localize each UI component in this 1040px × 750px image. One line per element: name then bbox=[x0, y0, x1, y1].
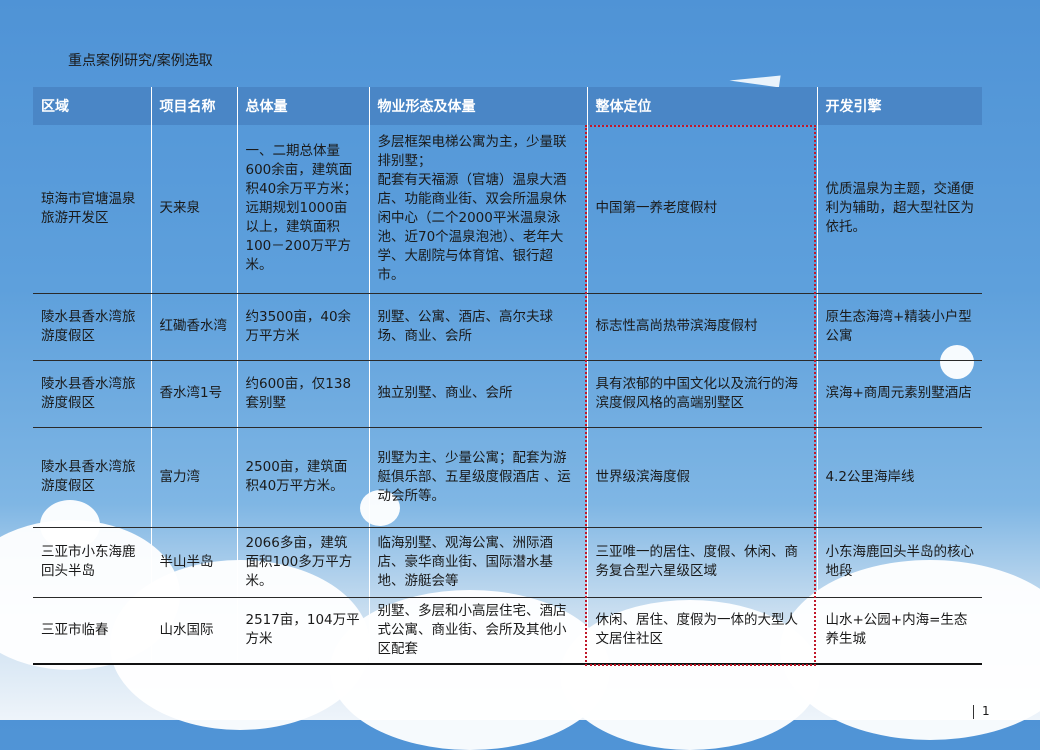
header-total-volume: 总体量 bbox=[236, 87, 369, 125]
cell-area: 三亚市小东海鹿回头半岛 bbox=[33, 527, 151, 598]
cell-project: 山水国际 bbox=[150, 597, 237, 665]
header-positioning: 整体定位 bbox=[586, 87, 817, 125]
cell-project: 天来泉 bbox=[150, 125, 237, 294]
cell-project: 富力湾 bbox=[150, 427, 237, 528]
cell-engine: 滨海+商周元素别墅酒店 bbox=[816, 360, 982, 428]
cell-project: 香水湾1号 bbox=[150, 360, 237, 428]
table-row: 三亚市临春 山水国际 2517亩，104万平方米 别墅、多层和小高层住宅、酒店式… bbox=[33, 597, 982, 665]
page-title: 重点案例研究/案例选取 bbox=[68, 53, 213, 69]
cell-volume: 2066多亩，建筑面积100多万平方米。 bbox=[236, 527, 369, 598]
page-number: 1 bbox=[973, 705, 990, 719]
cell-positioning: 标志性高尚热带滨海度假村 bbox=[586, 293, 817, 361]
cell-volume: 一、二期总体量600余亩，建筑面积40余万平方米； 远期规划1000亩以上，建筑… bbox=[236, 125, 369, 294]
cell-property: 别墅、多层和小高层住宅、酒店式公寓、商业街、会所及其他小区配套 bbox=[368, 597, 587, 665]
cell-engine: 原生态海湾+精装小户型公寓 bbox=[816, 293, 982, 361]
cell-volume: 约600亩，仅138套别墅 bbox=[236, 360, 369, 428]
cell-area: 陵水县香水湾旅游度假区 bbox=[33, 360, 151, 428]
table-row: 陵水县香水湾旅游度假区 红磡香水湾 约3500亩，40余万平方米 别墅、公寓、酒… bbox=[33, 293, 982, 361]
cell-property: 临海别墅、观海公寓、洲际酒店、豪华商业街、国际潜水基地、游艇会等 bbox=[368, 527, 587, 598]
cell-property: 别墅为主、少量公寓；配套为游艇俱乐部、五星级度假酒店 、运动会所等。 bbox=[368, 427, 587, 528]
header-development-engine: 开发引擎 bbox=[816, 87, 982, 125]
paper-plane-decoration bbox=[729, 68, 781, 88]
cell-engine: 小东海鹿回头半岛的核心地段 bbox=[816, 527, 982, 598]
table-row: 陵水县香水湾旅游度假区 富力湾 2500亩，建筑面积40万平方米。 别墅为主、少… bbox=[33, 427, 982, 528]
cell-property: 独立别墅、商业、会所 bbox=[368, 360, 587, 428]
header-property-type: 物业形态及体量 bbox=[368, 87, 587, 125]
header-project-name: 项目名称 bbox=[150, 87, 237, 125]
cell-positioning: 中国第一养老度假村 bbox=[586, 125, 817, 294]
cell-positioning: 具有浓郁的中国文化以及流行的海滨度假风格的高端别墅区 bbox=[586, 360, 817, 428]
cell-engine: 4.2公里海岸线 bbox=[816, 427, 982, 528]
cell-positioning: 世界级滨海度假 bbox=[586, 427, 817, 528]
cell-area: 琼海市官塘温泉旅游开发区 bbox=[33, 125, 151, 294]
cell-volume: 约3500亩，40余万平方米 bbox=[236, 293, 369, 361]
cell-area: 三亚市临春 bbox=[33, 597, 151, 665]
cell-engine: 优质温泉为主题，交通便利为辅助，超大型社区为依托。 bbox=[816, 125, 982, 294]
cell-project: 半山半岛 bbox=[150, 527, 237, 598]
table-row: 琼海市官塘温泉旅游开发区 天来泉 一、二期总体量600余亩，建筑面积40余万平方… bbox=[33, 125, 982, 294]
cell-volume: 2500亩，建筑面积40万平方米。 bbox=[236, 427, 369, 528]
cell-project: 红磡香水湾 bbox=[150, 293, 237, 361]
cell-volume: 2517亩，104万平方米 bbox=[236, 597, 369, 665]
cell-area: 陵水县香水湾旅游度假区 bbox=[33, 293, 151, 361]
cell-property: 别墅、公寓、酒店、高尔夫球场、商业、会所 bbox=[368, 293, 587, 361]
cell-area: 陵水县香水湾旅游度假区 bbox=[33, 427, 151, 528]
cell-engine: 山水+公园+内海=生态养生城 bbox=[816, 597, 982, 665]
table-header-row: 区域 项目名称 总体量 物业形态及体量 整体定位 开发引擎 bbox=[33, 87, 982, 125]
cell-property: 多层框架电梯公寓为主，少量联排别墅； 配套有天福源（官塘）温泉大酒店、功能商业街… bbox=[368, 125, 587, 294]
cell-positioning: 三亚唯一的居住、度假、休闲、商务复合型六星级区域 bbox=[586, 527, 817, 598]
case-study-table: 区域 项目名称 总体量 物业形态及体量 整体定位 开发引擎 琼海市官塘温泉旅游开… bbox=[33, 87, 982, 665]
header-area: 区域 bbox=[33, 87, 151, 125]
cell-positioning: 休闲、居住、度假为一体的大型人文居住社区 bbox=[586, 597, 817, 665]
table-row: 陵水县香水湾旅游度假区 香水湾1号 约600亩，仅138套别墅 独立别墅、商业、… bbox=[33, 360, 982, 428]
table-row: 三亚市小东海鹿回头半岛 半山半岛 2066多亩，建筑面积100多万平方米。 临海… bbox=[33, 527, 982, 598]
